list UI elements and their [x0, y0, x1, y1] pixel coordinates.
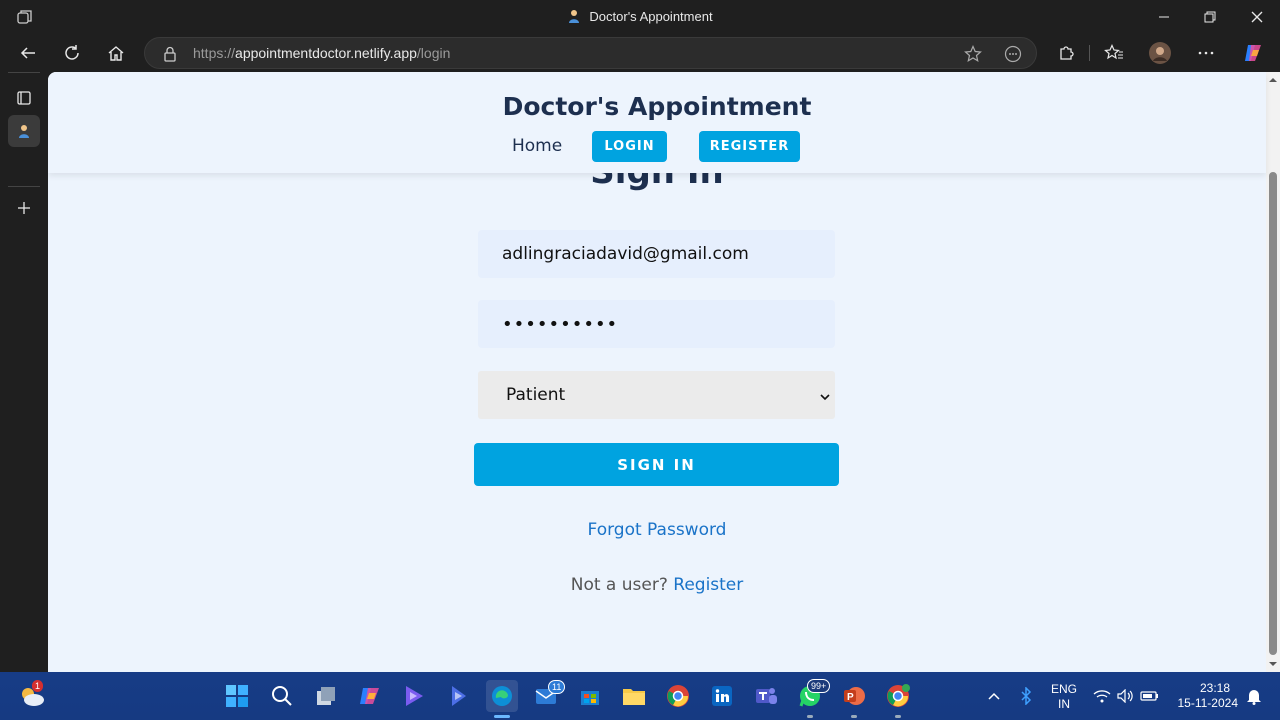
nav-login-button[interactable]: LOGIN — [592, 131, 667, 162]
mail-badge: 11 — [548, 680, 566, 694]
close-button[interactable] — [1234, 0, 1280, 34]
vertical-tabs-sidebar — [0, 72, 48, 672]
toolbar-divider — [1089, 45, 1090, 61]
browser-toolbar: https://appointmentdoctor.netlify.app/lo… — [0, 34, 1280, 72]
url-host: appointmentdoctor.netlify.app — [235, 45, 417, 61]
microsoft-store-icon[interactable] — [574, 680, 606, 712]
register-link[interactable]: Register — [673, 575, 743, 595]
task-view-icon[interactable] — [310, 680, 342, 712]
teams-icon[interactable] — [750, 680, 782, 712]
site-title[interactable]: Doctor's Appointment — [48, 92, 1266, 121]
password-field[interactable]: •••••••••• — [478, 300, 835, 348]
clock-time: 23:18 — [1199, 681, 1230, 695]
page-actions-icon[interactable] — [1004, 45, 1022, 67]
back-button[interactable] — [12, 38, 44, 68]
whatsapp-icon[interactable]: 99+ — [794, 679, 831, 718]
show-hidden-icons-chevron-up-icon[interactable] — [978, 680, 1010, 712]
chrome-profile-icon[interactable] — [882, 680, 914, 718]
tabs-divider — [8, 186, 40, 187]
not-a-user-line: Not a user? Register — [48, 575, 1266, 595]
restore-button[interactable] — [1187, 0, 1233, 34]
role-select-value: Patient — [506, 385, 566, 405]
nav-home-link[interactable]: Home — [512, 136, 562, 156]
notifications-bell-icon[interactable] — [1238, 680, 1270, 712]
copilot-app-icon[interactable] — [354, 680, 386, 712]
profile-avatar[interactable] — [1144, 38, 1176, 68]
chrome-icon[interactable] — [662, 680, 694, 712]
address-bar[interactable]: https://appointmentdoctor.netlify.app/lo… — [144, 37, 1037, 69]
svg-text:P: P — [847, 692, 854, 703]
home-button[interactable] — [100, 38, 132, 68]
web-page: Doctor's Appointment Home LOGIN REGISTER… — [48, 72, 1280, 672]
nav-register-button[interactable]: REGISTER — [699, 131, 800, 162]
whatsapp-badge: 99+ — [807, 679, 831, 693]
browser-title-bar: Doctor's Appointment — [0, 0, 1280, 34]
not-a-user-text: Not a user? — [570, 575, 668, 595]
window-title-text: Doctor's Appointment — [589, 9, 713, 24]
scroll-down-icon[interactable] — [1268, 659, 1278, 669]
extensions-icon[interactable] — [1050, 38, 1082, 68]
chevron-down-icon — [819, 388, 831, 408]
battery-icon[interactable] — [1134, 680, 1166, 712]
minimize-button[interactable] — [1141, 0, 1187, 34]
start-button[interactable] — [221, 680, 253, 712]
search-icon[interactable] — [266, 680, 298, 712]
copilot-icon[interactable] — [1237, 38, 1269, 68]
window-title: Doctor's Appointment — [0, 9, 1280, 24]
role-select[interactable]: Patient — [478, 371, 835, 419]
mail-icon[interactable]: 11 — [530, 680, 566, 712]
bluetooth-icon[interactable] — [1010, 680, 1042, 712]
tab-actions-icon[interactable] — [8, 82, 40, 114]
clipchamp-icon[interactable] — [398, 680, 430, 712]
scrollbar-thumb[interactable] — [1269, 172, 1277, 655]
url-scheme: https:// — [193, 45, 236, 61]
weather-badge: 1 — [32, 680, 44, 692]
favorite-star-icon[interactable] — [964, 45, 982, 67]
favorites-icon[interactable] — [1098, 38, 1130, 68]
settings-more-icon[interactable] — [1190, 38, 1222, 68]
lock-icon[interactable] — [163, 46, 177, 66]
doctor-favicon-icon — [567, 9, 581, 23]
language-line2: IN — [1058, 697, 1070, 711]
windows-taskbar: 1 11 99+ P ENG IN 23:18 15-11-2024 — [0, 672, 1280, 720]
file-explorer-icon[interactable] — [618, 680, 650, 712]
language-line1: ENG — [1050, 682, 1077, 696]
language-indicator[interactable]: ENG IN — [1044, 682, 1084, 712]
site-header: Doctor's Appointment Home LOGIN REGISTER — [48, 72, 1266, 173]
powerpoint-icon[interactable]: P — [838, 680, 870, 718]
new-tab-button[interactable] — [8, 192, 40, 224]
url-path: /login — [416, 45, 451, 61]
email-field[interactable]: adlingraciadavid@gmail.com — [478, 230, 835, 278]
scroll-up-icon[interactable] — [1268, 75, 1278, 85]
linkedin-icon[interactable] — [706, 680, 738, 712]
weather-icon[interactable]: 1 — [16, 680, 48, 712]
edge-icon[interactable] — [486, 680, 518, 718]
tab-doctors-appointment[interactable] — [8, 115, 40, 147]
refresh-button[interactable] — [56, 38, 88, 68]
url-text[interactable]: https://appointmentdoctor.netlify.app/lo… — [193, 45, 450, 61]
bing-app-icon[interactable] — [442, 680, 474, 712]
clock[interactable]: 23:18 15-11-2024 — [1168, 681, 1242, 711]
clock-date: 15-11-2024 — [1177, 696, 1239, 710]
sign-in-button[interactable]: SIGN IN — [474, 443, 839, 486]
page-scrollbar[interactable] — [1266, 72, 1280, 672]
forgot-password-link[interactable]: Forgot Password — [48, 520, 1266, 540]
